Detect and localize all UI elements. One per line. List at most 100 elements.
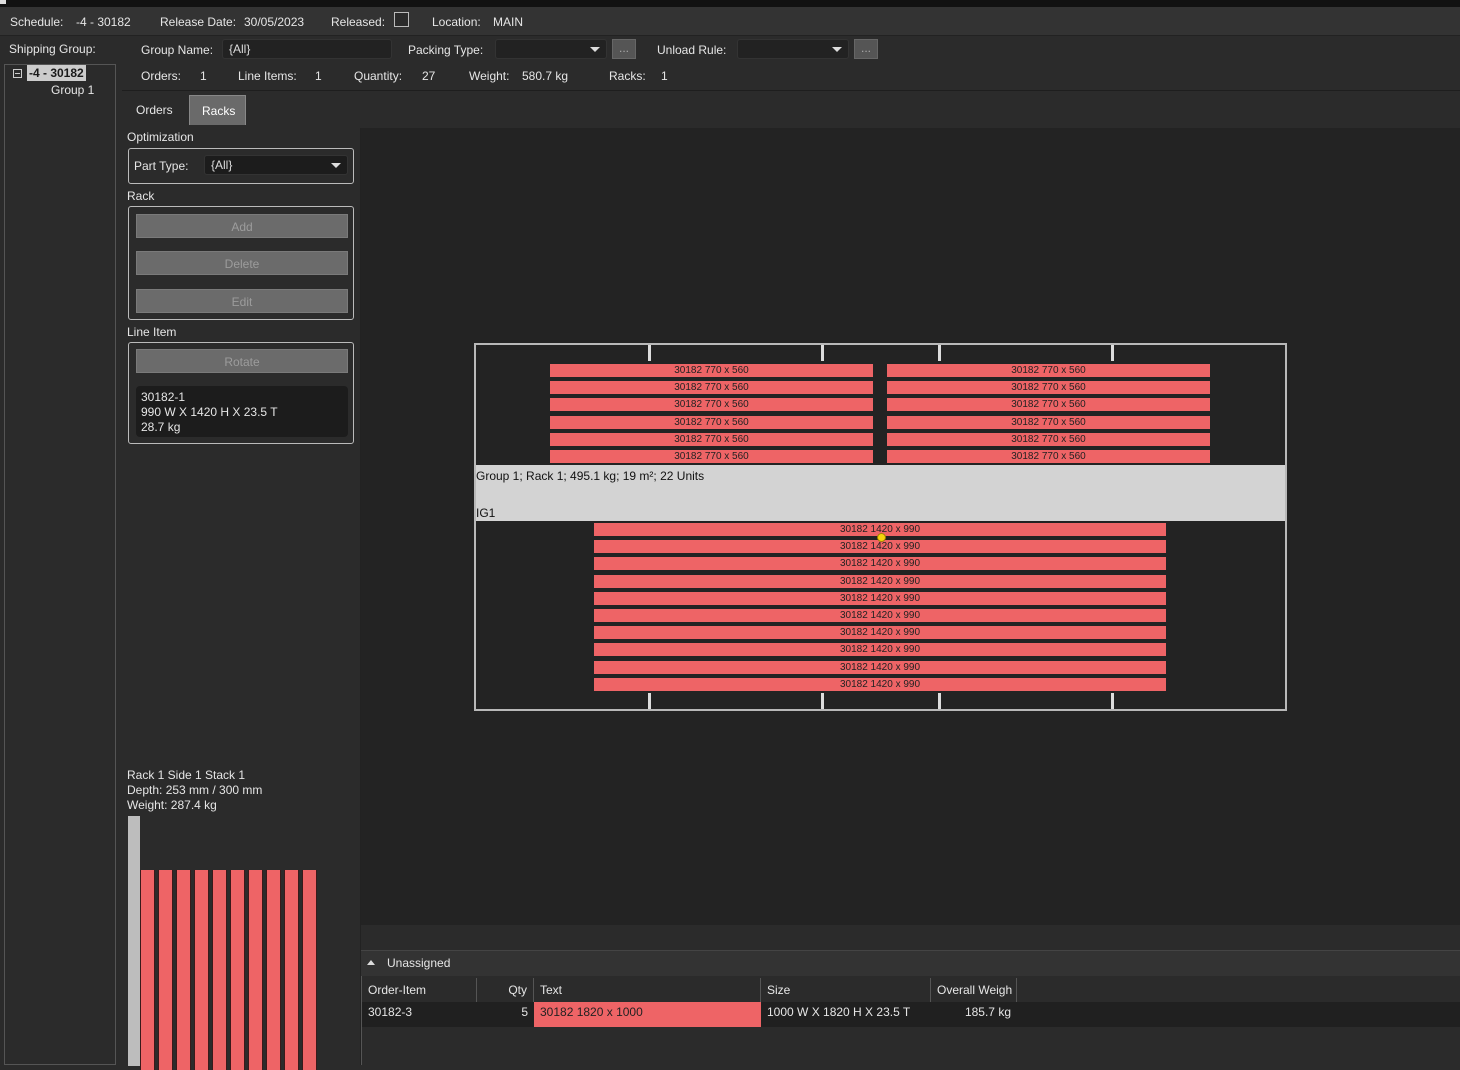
stack-glass-bar [266, 870, 281, 1070]
glass-piece[interactable]: 30182 770 x 560 [550, 364, 873, 377]
col-size[interactable]: Size [761, 978, 931, 1002]
part-type-value: {All} [211, 158, 233, 172]
stack-depth: Depth: 253 mm / 300 mm [127, 783, 263, 797]
tree-node-schedule[interactable]: -4 - 30182 [27, 65, 86, 81]
quantity-value: 27 [422, 69, 436, 83]
glass-piece[interactable]: 30182 1420 x 990 [594, 643, 1166, 657]
rack-support [821, 693, 824, 709]
glass-piece[interactable]: 30182 770 x 560 [887, 398, 1210, 412]
orders-value: 1 [200, 69, 207, 83]
glass-piece[interactable]: 30182 1420 x 990 [594, 591, 1166, 605]
glass-piece[interactable]: 30182 1420 x 990 [594, 626, 1166, 640]
add-rack-button[interactable]: Add [136, 214, 348, 238]
glass-piece[interactable]: 30182 770 x 560 [550, 450, 873, 463]
chevron-down-icon [590, 47, 600, 52]
stack-glass-bar [194, 870, 209, 1070]
delete-rack-button[interactable]: Delete [136, 251, 348, 275]
group-name-value: {All} [229, 42, 251, 56]
rack-support [648, 693, 651, 709]
part-type-label: Part Type: [134, 159, 189, 173]
rack-section-label: Rack [127, 189, 155, 203]
glass-piece[interactable]: 30182 770 x 560 [550, 381, 873, 395]
glass-piece[interactable]: 30182 1420 x 990 [594, 609, 1166, 622]
location-label: Location: [432, 15, 481, 29]
weight-label: Weight: [469, 69, 510, 83]
table-row[interactable]: 30182-3 5 30182 1820 x 1000 1000 W X 182… [362, 1002, 1460, 1027]
stack-depth-gauge [128, 816, 140, 1066]
ig-label: IG1 [476, 506, 496, 520]
glass-piece[interactable]: 30182 770 x 560 [887, 432, 1210, 446]
release-date-label: Release Date: [160, 15, 237, 29]
unload-rule-select[interactable] [737, 39, 849, 59]
stack-glass-bar [248, 870, 263, 1070]
glass-piece[interactable]: 30182 770 x 560 [550, 432, 873, 446]
glass-piece[interactable]: 30182 770 x 560 [887, 415, 1210, 429]
rack-group: Add Delete Edit [128, 206, 354, 320]
col-qty[interactable]: Qty [477, 978, 534, 1002]
rack-support [938, 345, 941, 361]
splitter[interactable] [361, 925, 1460, 950]
glass-piece[interactable]: 30182 1420 x 990 [594, 677, 1166, 691]
schedule-header: Schedule: -4 - 30182 Release Date: 30/05… [0, 7, 1460, 36]
racks-value: 1 [661, 69, 668, 83]
col-order-item[interactable]: Order-Item [362, 978, 477, 1002]
location-value: MAIN [493, 15, 523, 29]
glass-piece[interactable]: 30182 770 x 560 [887, 381, 1210, 395]
unload-rule-more-button[interactable]: ... [854, 39, 878, 59]
glass-piece[interactable]: 30182 1420 x 990 [594, 574, 1166, 588]
collapse-icon[interactable] [13, 69, 22, 78]
glass-piece[interactable]: 30182 770 x 560 [550, 415, 873, 429]
packing-type-label: Packing Type: [408, 43, 484, 57]
unassigned-header[interactable]: Unassigned [361, 950, 1460, 977]
glass-piece[interactable]: 30182 1420 x 990 [594, 540, 1166, 554]
collapse-arrow-icon[interactable] [367, 960, 375, 965]
part-type-select[interactable]: {All} [204, 155, 348, 175]
line-item-dims: 990 W X 1420 H X 23.5 T [141, 405, 278, 419]
stack-weight: Weight: 287.4 kg [127, 798, 217, 812]
racks-label: Racks: [609, 69, 646, 83]
tree-node-group[interactable]: Group 1 [51, 83, 94, 97]
tab-racks[interactable]: Racks [189, 95, 246, 125]
strip-mark [0, 0, 6, 4]
stack-glass-bar [284, 870, 299, 1070]
col-text[interactable]: Text [534, 978, 761, 1002]
selection-marker-icon[interactable] [877, 533, 886, 542]
cell-weight: 185.7 kg [964, 1005, 1011, 1019]
rack-canvas[interactable]: 30182 770 x 560 30182 770 x 560 30182 770 … [361, 128, 1460, 925]
group-info-bar: Group Name: {All} Packing Type: ... Unlo… [122, 36, 1460, 91]
packing-type-select[interactable] [495, 39, 607, 59]
stack-title: Rack 1 Side 1 Stack 1 [127, 768, 246, 782]
glass-piece[interactable]: 30182 1420 x 990 [594, 660, 1166, 674]
group-name-input[interactable]: {All} [222, 39, 392, 59]
line-item-id: 30182-1 [141, 390, 186, 404]
stack-info: Rack 1 Side 1 Stack 1 Depth: 253 mm / 30… [127, 768, 262, 813]
cell-text: 30182 1820 x 1000 [534, 1002, 761, 1027]
optimization-group: Part Type: {All} [128, 148, 354, 184]
released-checkbox[interactable] [394, 12, 409, 27]
glass-piece[interactable]: 30182 770 x 560 [887, 450, 1210, 463]
line-item-group: Rotate 30182-1 990 W X 1420 H X 23.5 T 2… [128, 342, 354, 444]
rack-frame: 30182 770 x 560 30182 770 x 560 30182 770 … [474, 343, 1287, 711]
glass-piece[interactable]: 30182 770 x 560 [550, 398, 873, 412]
release-date-value: 30/05/2023 [244, 15, 305, 29]
cell-order-item: 30182-3 [368, 1005, 413, 1019]
stack-glass-bar [140, 870, 155, 1070]
stack-glass-bar [302, 870, 317, 1070]
col-overall-weight[interactable]: Overall Weigh [931, 978, 1017, 1002]
rotate-button[interactable]: Rotate [136, 349, 348, 373]
stack-glass-bar [158, 870, 173, 1070]
glass-piece[interactable]: 30182 1420 x 990 [594, 557, 1166, 571]
rack-caption: Group 1; Rack 1; 495.1 kg; 19 m²; 22 Uni… [476, 469, 705, 483]
line-item-label: Line Item [127, 325, 177, 339]
edit-rack-button[interactable]: Edit [136, 289, 348, 313]
rack-support [648, 345, 651, 361]
packing-type-more-button[interactable]: ... [612, 39, 636, 59]
chevron-down-icon [331, 163, 341, 168]
rack-support [938, 693, 941, 709]
unload-rule-label: Unload Rule: [657, 43, 727, 57]
unassigned-grid: Order-Item Qty Text Size Overall Weigh 3… [361, 976, 1460, 1065]
glass-piece[interactable]: 30182 770 x 560 [887, 364, 1210, 377]
tab-orders[interactable]: Orders [124, 95, 185, 125]
orders-label: Orders: [141, 69, 182, 83]
rack-caption-band: Group 1; Rack 1; 495.1 kg; 19 m²; 22 Uni… [476, 465, 1285, 521]
